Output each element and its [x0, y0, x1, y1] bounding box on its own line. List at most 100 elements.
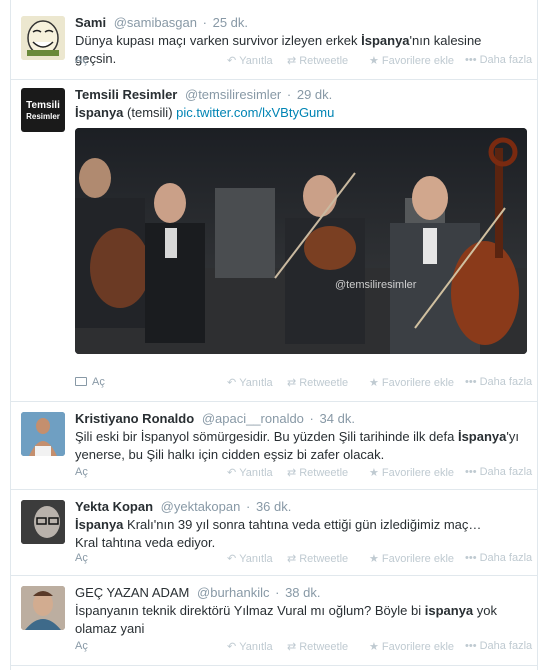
- retweet-icon: ⇄: [287, 553, 297, 565]
- separator: ·: [202, 15, 207, 30]
- reply-button[interactable]: ↶ Yanıtla: [227, 376, 273, 389]
- retweet-icon: ⇄: [287, 467, 297, 479]
- retweet-icon: ⇄: [287, 55, 297, 67]
- reply-icon: ↶: [227, 641, 237, 653]
- photo-image: @temsiliresimler: [75, 128, 527, 354]
- avatar-logo: Temsili Resimler: [26, 100, 60, 121]
- avatar[interactable]: [21, 412, 65, 456]
- star-icon: ★: [369, 553, 379, 565]
- fullname[interactable]: GEÇ YAZAN ADAM: [75, 585, 189, 600]
- username[interactable]: @apaci__ronaldo: [202, 411, 304, 426]
- retweet-button[interactable]: ⇄ Retweetle: [287, 640, 348, 653]
- more-button[interactable]: ••• Daha fazla: [465, 552, 532, 564]
- avatar[interactable]: [21, 586, 65, 630]
- tweet-text: İspanyanın teknik direktörü Yılmaz Vural…: [75, 603, 497, 636]
- retweet-icon: ⇄: [287, 641, 297, 653]
- username[interactable]: @burhankilc: [197, 585, 269, 600]
- tweet[interactable]: Sami @samibasgan · 25 dk. Dünya kupası m…: [11, 0, 537, 80]
- tweet-text: Şili eski bir İspanyol sömürgesidir. Bu …: [75, 429, 519, 462]
- reply-icon: ↶: [227, 467, 237, 479]
- reply-button[interactable]: ↶ Yanıtla: [227, 552, 273, 565]
- star-icon: ★: [369, 641, 379, 653]
- ellipsis-icon: •••: [465, 54, 477, 66]
- photo-icon: [75, 377, 87, 386]
- favorite-button[interactable]: ★ Favorilere ekle: [369, 552, 454, 565]
- retweet-button[interactable]: ⇄ Retweetle: [287, 376, 348, 389]
- separator: ·: [286, 87, 292, 102]
- more-button[interactable]: ••• Daha fazla: [465, 376, 532, 388]
- favorite-button[interactable]: ★ Favorilere ekle: [369, 466, 454, 479]
- tweet[interactable]: Temsili Resimler Temsili Resimler @temsi…: [11, 80, 537, 402]
- avatar[interactable]: [21, 16, 65, 60]
- tweet-header: Sami @samibasgan · 25 dk.: [75, 14, 525, 32]
- tweet[interactable]: GEÇ YAZAN ADAM @burhankilc · 38 dk. İspa…: [11, 576, 537, 666]
- timestamp[interactable]: 34 dk.: [320, 411, 355, 426]
- fullname[interactable]: Sami: [75, 15, 106, 30]
- ellipsis-icon: •••: [465, 640, 477, 652]
- tweet-header: Temsili Resimler @temsiliresimler · 29 d…: [75, 86, 525, 104]
- separator: ·: [309, 411, 314, 426]
- tweet-actions: Aç ↶ Yanıtla ⇄ Retweetle ★ Favorilere ekle …: [75, 466, 532, 484]
- reply-icon: ↶: [227, 55, 237, 67]
- tweet-header: Yekta Kopan @yektakopan · 36 dk.: [75, 498, 525, 516]
- profile-photo-icon: [21, 586, 65, 630]
- star-icon: ★: [369, 467, 379, 479]
- timestamp[interactable]: 25 dk.: [213, 15, 248, 30]
- retweet-icon: ⇄: [287, 377, 297, 389]
- retweet-button[interactable]: ⇄ Retweetle: [287, 54, 348, 67]
- star-icon: ★: [369, 377, 379, 389]
- timeline: Sami @samibasgan · 25 dk. Dünya kupası m…: [10, 0, 538, 670]
- fullname[interactable]: Kristiyano Ronaldo: [75, 411, 194, 426]
- username[interactable]: @temsiliresimler: [185, 87, 281, 102]
- avatar[interactable]: [21, 500, 65, 544]
- tweet-actions: Aç ↶ Yanıtla ⇄ Retweetle ★ Favorilere ekle …: [75, 552, 532, 570]
- tweet-header: Kristiyano Ronaldo @apaci__ronaldo · 34 …: [75, 410, 525, 428]
- expand-link[interactable]: Aç: [75, 552, 88, 564]
- tweet-actions: Aç ↶ Yanıtla ⇄ Retweetle ★ Favorilere ekle …: [75, 640, 532, 658]
- avatar[interactable]: Temsili Resimler: [21, 88, 65, 132]
- tweet-actions: Aç ↶ Yanıtla ⇄ Retweetle ★ Favorilere ekle …: [75, 376, 532, 394]
- more-button[interactable]: ••• Daha fazla: [465, 54, 532, 66]
- expand-link[interactable]: Aç: [75, 54, 88, 66]
- favorite-button[interactable]: ★ Favorilere ekle: [369, 54, 454, 67]
- photo-link[interactable]: pic.twitter.com/lxVBtyGumu: [176, 105, 334, 120]
- separator: ·: [275, 585, 280, 600]
- fullname[interactable]: Temsili Resimler: [75, 87, 177, 102]
- tweet[interactable]: Yekta Kopan @yektakopan · 36 dk. İspanya…: [11, 490, 537, 576]
- tweet-actions: Aç ↶ Yanıtla ⇄ Retweetle ★ Favorilere ekle …: [75, 54, 532, 72]
- separator: ·: [245, 499, 251, 514]
- more-button[interactable]: ••• Daha fazla: [465, 466, 532, 478]
- reply-button[interactable]: ↶ Yanıtla: [227, 54, 273, 67]
- more-button[interactable]: ••• Daha fazla: [465, 640, 532, 652]
- tweet-text: İspanya Kralı'nın 39 yıl sonra tahtına v…: [75, 517, 482, 550]
- username[interactable]: @samibasgan: [114, 15, 197, 30]
- tweet-header: GEÇ YAZAN ADAM @burhankilc · 38 dk.: [75, 584, 525, 602]
- ellipsis-icon: •••: [465, 552, 477, 564]
- ellipsis-icon: •••: [465, 466, 477, 478]
- favorite-button[interactable]: ★ Favorilere ekle: [369, 640, 454, 653]
- timestamp[interactable]: 38 dk.: [285, 585, 320, 600]
- tweet-text: İspanya (temsili) pic.twitter.com/lxVBty…: [75, 105, 335, 120]
- troll-face-icon: [21, 16, 65, 60]
- retweet-button[interactable]: ⇄ Retweetle: [287, 466, 348, 479]
- reply-button[interactable]: ↶ Yanıtla: [227, 466, 273, 479]
- star-icon: ★: [369, 55, 379, 67]
- expand-link[interactable]: Aç: [75, 640, 88, 652]
- reply-button[interactable]: ↶ Yanıtla: [227, 640, 273, 653]
- timestamp[interactable]: 29 dk.: [297, 87, 332, 102]
- retweet-button[interactable]: ⇄ Retweetle: [287, 552, 348, 565]
- timestamp[interactable]: 36 dk.: [256, 499, 291, 514]
- tweet-photo[interactable]: @temsiliresimler: [75, 128, 527, 354]
- username[interactable]: @yektakopan: [161, 499, 241, 514]
- profile-photo-icon: [21, 500, 65, 544]
- expand-link[interactable]: Aç: [75, 466, 88, 478]
- profile-photo-icon: [21, 412, 65, 456]
- reply-icon: ↶: [227, 553, 237, 565]
- fullname[interactable]: Yekta Kopan: [75, 499, 153, 514]
- ellipsis-icon: •••: [465, 376, 477, 388]
- favorite-button[interactable]: ★ Favorilere ekle: [369, 376, 454, 389]
- tweet[interactable]: Kristiyano Ronaldo @apaci__ronaldo · 34 …: [11, 402, 537, 490]
- photo-watermark: @temsiliresimler: [335, 279, 417, 291]
- reply-icon: ↶: [227, 377, 237, 389]
- expand-link[interactable]: Aç: [75, 376, 105, 388]
